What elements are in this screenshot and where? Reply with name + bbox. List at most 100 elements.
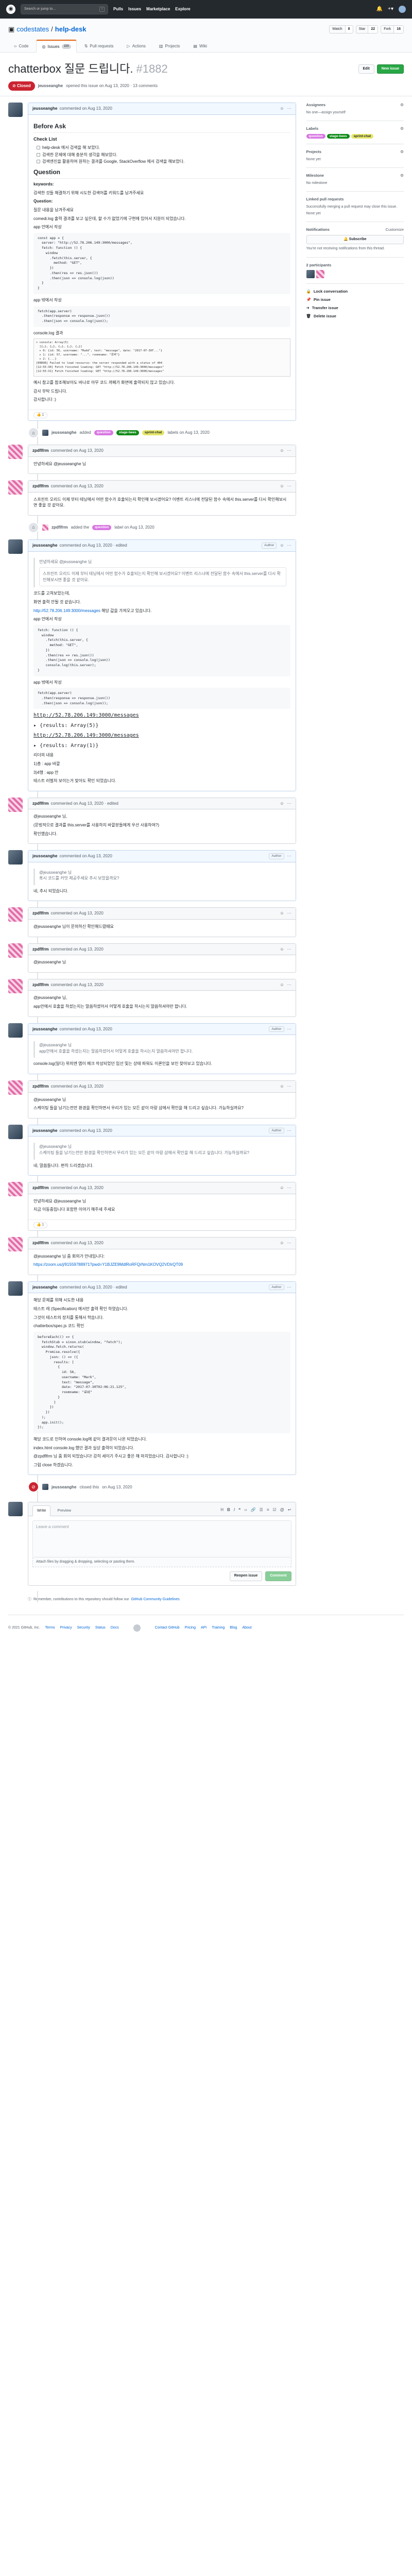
comment-author[interactable]: jeusseanghe — [32, 853, 57, 859]
mention-icon[interactable]: @ — [280, 1507, 284, 1513]
avatar[interactable] — [8, 1237, 23, 1252]
smiley-icon[interactable]: ☺ — [280, 448, 284, 454]
task-list-icon[interactable]: ☑ — [273, 1507, 277, 1513]
comment-author[interactable]: zpdflfrm — [32, 946, 49, 953]
label-stage-bees[interactable]: stage-bees — [116, 430, 139, 435]
bold-icon[interactable]: B — [227, 1507, 230, 1513]
github-logo-icon[interactable] — [133, 1624, 141, 1632]
avatar[interactable] — [8, 1182, 23, 1197]
avatar[interactable] — [316, 270, 324, 279]
comment-author[interactable]: zpdflfrm — [32, 1240, 49, 1246]
kebab-icon[interactable]: ··· — [287, 1026, 291, 1032]
comment-author[interactable]: zpdflfrm — [32, 1083, 49, 1090]
tab-issues[interactable]: ◎ Issues 159 — [36, 39, 77, 53]
console-screenshot[interactable]: > console: Array(5) [{…}, {…}, {…}, {…},… — [33, 338, 290, 377]
kebab-icon[interactable]: ··· — [287, 910, 291, 917]
comment-time[interactable]: commented on Aug 13, 2020 — [51, 910, 104, 917]
comment-time[interactable]: commented on Aug 13, 2020 · edited — [51, 801, 118, 807]
kebab-icon[interactable]: ··· — [287, 483, 291, 489]
tab-pull-requests[interactable]: ⇅ Pull requests — [79, 40, 119, 53]
list-icon[interactable]: ☰ — [260, 1507, 263, 1513]
avatar[interactable] — [8, 1023, 23, 1038]
subscribe-button[interactable]: 🔔 Subscribe — [306, 235, 404, 245]
kebab-icon[interactable]: ··· — [287, 106, 291, 112]
attach-files-area[interactable]: Attach files by dragging & dropping, sel… — [32, 1557, 291, 1568]
kebab-icon[interactable]: ··· — [287, 1185, 291, 1191]
comment-author[interactable]: zpdflfrm — [32, 448, 49, 454]
comment-author[interactable]: zpdflfrm — [32, 1185, 49, 1191]
assignees-value[interactable]: No one—assign yourself — [306, 110, 404, 115]
footer-link-training[interactable]: Training — [212, 1625, 225, 1631]
gear-icon[interactable]: ⚙ — [400, 126, 404, 132]
smiley-icon[interactable]: ☺ — [280, 1083, 284, 1090]
smiley-icon[interactable]: ☺ — [280, 543, 284, 549]
transfer-issue-button[interactable]: ➜ Transfer issue — [306, 306, 404, 311]
comment-time[interactable]: commented on Aug 13, 2020 — [51, 483, 104, 489]
smiley-icon[interactable]: ☺ — [280, 106, 284, 112]
avatar[interactable] — [306, 270, 315, 279]
checkbox[interactable] — [37, 146, 40, 150]
avatar[interactable] — [8, 102, 23, 117]
user-avatar[interactable] — [399, 6, 406, 13]
tab-actions[interactable]: ▷ Actions — [122, 40, 151, 53]
avatar[interactable] — [8, 907, 23, 922]
kebab-icon[interactable]: ··· — [287, 982, 291, 988]
comment-time[interactable]: commented on Aug 13, 2020 — [51, 982, 104, 988]
comment-author[interactable]: zpdflfrm — [32, 982, 49, 988]
avatar[interactable] — [8, 1502, 23, 1517]
customize-link[interactable]: Customize — [386, 227, 404, 233]
kebab-icon[interactable]: ··· — [287, 946, 291, 953]
event-actor[interactable]: jeusseanghe — [52, 430, 76, 436]
label-question[interactable]: question — [94, 430, 113, 435]
labels-title[interactable]: Labels — [306, 126, 319, 132]
github-logo-icon[interactable]: ◉ — [6, 5, 15, 14]
avatar[interactable] — [8, 1281, 23, 1296]
avatar[interactable] — [8, 978, 23, 993]
issue-author-link[interactable]: jeusseanghe — [38, 83, 63, 89]
comment-author[interactable]: jeusseanghe — [32, 1026, 57, 1032]
numbered-list-icon[interactable]: ≡ — [267, 1507, 269, 1513]
smiley-icon[interactable]: ☺ — [280, 483, 284, 489]
tab-wiki[interactable]: ▤ Wiki — [187, 40, 213, 53]
messages-link[interactable]: http://52.78.206.149:3000/messages — [33, 608, 100, 613]
checkbox[interactable] — [37, 152, 40, 157]
kebab-icon[interactable]: ··· — [287, 1284, 291, 1291]
event-actor[interactable]: zpdflfrm — [52, 524, 68, 531]
avatar[interactable] — [8, 797, 23, 812]
fork-button[interactable]: Fork 16 — [381, 25, 404, 34]
watch-count[interactable]: 8 — [345, 26, 353, 33]
avatar[interactable] — [42, 524, 48, 531]
comment-author[interactable]: jeusseanghe — [32, 1284, 57, 1291]
avatar[interactable] — [42, 430, 48, 436]
avatar[interactable] — [8, 1124, 23, 1139]
tab-code[interactable]: ‹› Code — [8, 40, 34, 53]
tab-write[interactable]: Write — [32, 1505, 51, 1517]
avatar[interactable] — [8, 480, 23, 495]
kebab-icon[interactable]: ··· — [287, 1128, 291, 1134]
assignees-title[interactable]: Assignees — [306, 103, 326, 108]
lock-conversation-button[interactable]: 🔒 Lock conversation — [306, 289, 404, 295]
tab-preview[interactable]: Preview — [53, 1505, 76, 1516]
comment-time[interactable]: commented on Aug 13, 2020 — [51, 946, 104, 953]
bell-icon[interactable]: 🔔 — [376, 6, 383, 13]
comment-time[interactable]: commented on Aug 13, 2020 — [51, 448, 104, 454]
nav-explore[interactable]: Explore — [175, 6, 190, 12]
footer-link-api[interactable]: API — [201, 1625, 207, 1631]
comment-time[interactable]: commented on Aug 13, 2020 — [51, 1083, 104, 1090]
plus-icon[interactable]: +▾ — [388, 6, 393, 13]
label-question[interactable]: question — [92, 525, 112, 530]
comment-author[interactable]: jeusseanghe — [32, 543, 57, 549]
comment-time[interactable]: commented on Aug 13, 2020 · edited — [59, 1284, 127, 1291]
comment-button[interactable]: Comment — [265, 1571, 291, 1581]
projects-title[interactable]: Projects — [306, 149, 322, 155]
zoom-link[interactable]: https://zoom.us/j/91559788971?pwd=Y1BJZE… — [33, 1262, 183, 1267]
heading-icon[interactable]: H — [220, 1507, 224, 1513]
delete-issue-button[interactable]: 🗑 Delete issue — [306, 314, 404, 319]
footer-link-security[interactable]: Security — [77, 1625, 90, 1631]
edit-button[interactable]: Edit — [358, 64, 374, 74]
comment-author[interactable]: jeusseanghe — [32, 106, 57, 112]
avatar[interactable] — [8, 943, 23, 958]
footer-link-docs[interactable]: Docs — [111, 1625, 119, 1631]
reaction-thumbs-up[interactable]: 👍 1 — [33, 1222, 47, 1229]
comment-author[interactable]: zpdflfrm — [32, 801, 49, 807]
